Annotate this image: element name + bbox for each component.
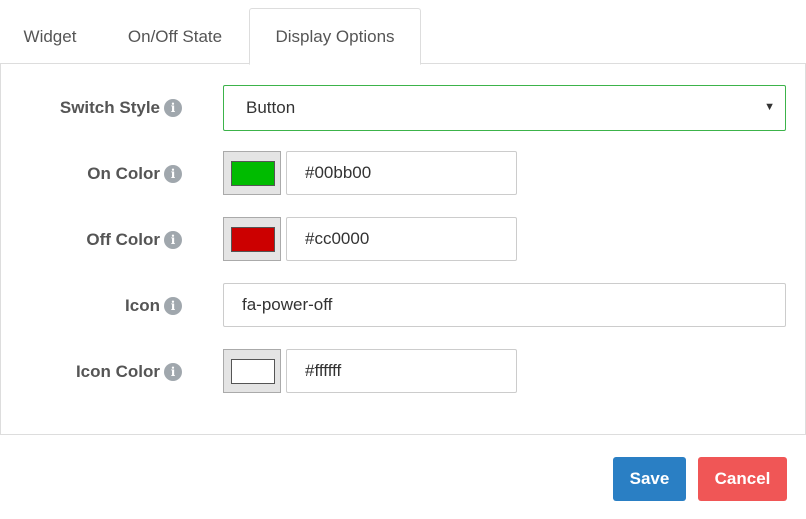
info-circle-icon[interactable]: i — [164, 165, 182, 183]
switch-style-row: Switch Style i Button ▼ — [0, 85, 806, 131]
info-circle-icon[interactable]: i — [164, 231, 182, 249]
switch-style-select[interactable]: Button ▼ — [223, 85, 786, 131]
icon-color-swatch — [231, 359, 275, 384]
icon-color-value: #ffffff — [305, 361, 342, 380]
info-circle-icon[interactable]: i — [164, 99, 182, 117]
off-color-row: Off Color i #cc0000 — [0, 217, 806, 263]
tab-widget[interactable]: Widget — [0, 9, 100, 63]
on-color-row: On Color i #00bb00 — [0, 151, 806, 197]
icon-label: Icon — [125, 296, 160, 315]
icon-input[interactable]: fa-power-off — [223, 283, 786, 327]
on-color-value: #00bb00 — [305, 163, 372, 182]
off-color-input[interactable]: #cc0000 — [286, 217, 517, 261]
icon-color-picker-button[interactable] — [223, 349, 281, 393]
switch-style-label: Switch Style — [59, 98, 160, 117]
icon-value: fa-power-off — [242, 295, 333, 314]
off-color-picker-button[interactable] — [223, 217, 281, 261]
icon-color-label: Icon Color — [75, 362, 160, 381]
tab-display-options[interactable]: Display Options — [249, 8, 421, 65]
on-color-input[interactable]: #00bb00 — [286, 151, 517, 195]
info-circle-icon[interactable]: i — [164, 363, 182, 381]
info-circle-icon[interactable]: i — [164, 297, 182, 315]
off-color-swatch — [231, 227, 275, 252]
icon-row: Icon i fa-power-off — [0, 283, 806, 329]
off-color-label: Off Color — [86, 230, 160, 249]
cancel-button[interactable]: Cancel — [698, 457, 787, 501]
icon-color-row: Icon Color i #ffffff — [0, 349, 806, 395]
save-button[interactable]: Save — [613, 457, 686, 501]
chevron-down-icon: ▼ — [764, 101, 775, 113]
tab-bar: Widget On/Off State Display Options — [0, 0, 806, 65]
off-color-value: #cc0000 — [305, 229, 370, 248]
switch-style-value: Button — [246, 98, 296, 117]
on-color-picker-button[interactable] — [223, 151, 281, 195]
icon-color-input[interactable]: #ffffff — [286, 349, 517, 393]
tab-on-off-state[interactable]: On/Off State — [100, 9, 250, 63]
on-color-label: On Color — [87, 164, 160, 183]
on-color-swatch — [231, 161, 275, 186]
